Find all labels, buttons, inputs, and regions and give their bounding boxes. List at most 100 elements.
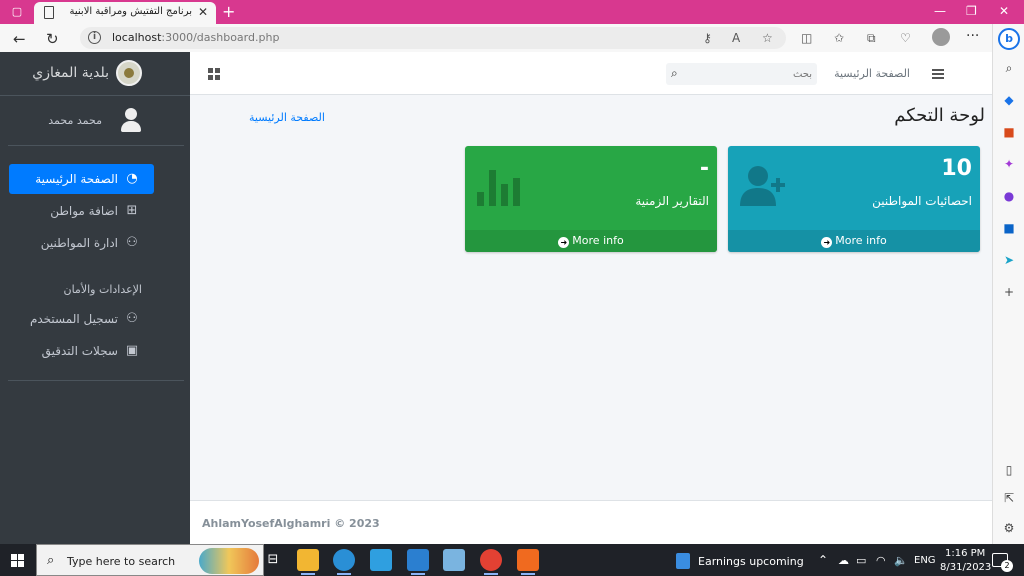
box-value: - <box>699 156 709 181</box>
arrow-circle-right-icon: ➜ <box>821 237 833 248</box>
windows-taskbar: ⌕ Type here to search ⊟ Earnings upcomin… <box>0 544 1024 576</box>
read-aloud-icon[interactable]: A <box>732 31 740 45</box>
sidebar-item-manage-citizens[interactable]: ⚇ ادارة المواطنين <box>9 228 154 258</box>
user-icon: ⚇ <box>126 311 138 326</box>
breadcrumb[interactable]: الصفحة الرئيسية <box>249 111 325 124</box>
browser-title-bar: ▢ برنامج التفتيش ومراقبة الابنية ✕ + — ❐… <box>0 0 1024 24</box>
favorites-icon[interactable]: ✩ <box>834 31 844 45</box>
tab-title: برنامج التفتيش ومراقبة الابنية <box>69 6 192 17</box>
taskbar-search[interactable]: ⌕ Type here to search <box>36 544 264 576</box>
shopping-tag-icon[interactable]: ◆ <box>1001 92 1017 108</box>
search-input[interactable] <box>688 63 814 85</box>
profile-avatar-icon[interactable] <box>932 28 950 46</box>
minimize-icon[interactable]: — <box>934 4 946 18</box>
search-highlight-image <box>199 548 259 574</box>
url-field[interactable]: i localhost:3000/dashboard.php <box>80 27 786 49</box>
copyright-text: AhlamYosefAlghamri © 2023 <box>202 517 380 530</box>
games-icon[interactable]: ✦ <box>1001 156 1017 172</box>
health-icon[interactable]: ♡ <box>900 31 911 45</box>
grid-apps-icon[interactable] <box>208 68 220 80</box>
citizens-stats-box: 10 احصائيات المواطنين ➜ More info <box>728 146 980 252</box>
more-options-icon[interactable]: ··· <box>966 28 979 44</box>
more-info-link[interactable]: ➜ More info <box>728 230 980 252</box>
clock-date[interactable]: 8/31/2023 <box>940 562 991 573</box>
store-icon[interactable] <box>370 549 392 571</box>
sidebar-layout-icon[interactable]: ▯ <box>1001 462 1017 478</box>
top-home-link[interactable]: الصفحة الرئيسية <box>834 67 910 80</box>
sidebar-item-audit-logs[interactable]: ▣ سجلات التدقيق <box>9 336 154 366</box>
send-icon[interactable]: ➤ <box>1001 252 1017 268</box>
arrow-circle-right-icon: ➜ <box>558 237 570 248</box>
sidebar-item-label: اضافة مواطن <box>50 204 118 218</box>
news-widget-text[interactable]: Earnings upcoming <box>698 555 804 568</box>
municipality-logo <box>116 60 142 86</box>
onedrive-icon[interactable]: ☁ <box>838 554 849 567</box>
back-arrow-icon[interactable]: ← <box>13 30 26 48</box>
clock-time[interactable]: 1:16 PM <box>945 548 985 559</box>
image-icon: ▣ <box>125 343 139 358</box>
task-view-icon[interactable]: ⊟ <box>262 549 284 571</box>
office-icon[interactable]: ● <box>1001 188 1017 204</box>
volume-icon[interactable]: 🔈 <box>894 554 908 567</box>
sidebar-item-add-citizen[interactable]: ⊞ اضافة مواطن <box>9 196 154 226</box>
notepad-icon[interactable] <box>443 549 465 571</box>
tab-actions-icon[interactable]: ▢ <box>10 5 24 19</box>
sidebar-item-register-user[interactable]: ⚇ تسجيل المستخدم <box>9 304 154 334</box>
user-panel[interactable]: محمد محمد <box>8 96 184 146</box>
key-icon[interactable]: ⚷ <box>703 31 712 45</box>
url-text: localhost:3000/dashboard.php <box>112 31 280 44</box>
collections-icon[interactable]: ⧉ <box>867 31 876 46</box>
windows-start-icon[interactable] <box>11 554 24 567</box>
vscode-icon[interactable] <box>407 549 429 575</box>
outlook-icon[interactable]: ■ <box>1001 220 1017 236</box>
sidebar-item-home[interactable]: ◔ الصفحة الرئيسية <box>9 164 154 194</box>
tools-icon[interactable]: ■ <box>1001 124 1017 140</box>
brand-link[interactable]: بلدية المغازي <box>0 52 190 96</box>
refresh-icon[interactable]: ↻ <box>46 30 59 48</box>
wifi-icon[interactable]: ◠ <box>876 554 886 567</box>
bar-chart-icon <box>477 170 520 206</box>
sidebar-item-label: ادارة المواطنين <box>40 236 118 250</box>
sidebar-item-label: الصفحة الرئيسية <box>35 172 118 186</box>
search-icon[interactable]: ⌕ <box>1001 60 1017 76</box>
user-plus-icon <box>740 166 785 206</box>
file-explorer-icon[interactable] <box>297 549 319 575</box>
content-wrapper: لوحة التحكم الصفحة الرئيسية 10 احصائيات … <box>190 95 992 500</box>
time-reports-box: - التقارير الزمنية ➜ More info <box>465 146 717 252</box>
more-info-link[interactable]: ➜ More info <box>465 230 717 252</box>
brand-name: بلدية المغازي <box>32 65 109 81</box>
notification-center-icon[interactable]: 2 <box>992 553 1013 572</box>
new-tab-plus-icon[interactable]: + <box>222 2 235 21</box>
user-icon: ⚇ <box>126 235 138 250</box>
box-caption: احصائيات المواطنين <box>872 194 972 208</box>
split-screen-icon[interactable]: ◫ <box>801 31 812 45</box>
favorite-star-icon[interactable]: ☆ <box>762 31 773 45</box>
menu-toggle-icon[interactable] <box>932 69 944 79</box>
browser-tab[interactable]: برنامج التفتيش ومراقبة الابنية ✕ <box>34 2 216 24</box>
address-bar-row: ← ↻ i localhost:3000/dashboard.php ⚷ A ☆… <box>0 24 1024 52</box>
battery-icon[interactable]: ▭ <box>856 554 866 567</box>
box-inner: - التقارير الزمنية <box>465 146 717 230</box>
box-value: 10 <box>941 156 972 181</box>
site-info-icon[interactable]: i <box>88 31 101 44</box>
settings-gear-icon[interactable]: ⚙ <box>1001 520 1017 536</box>
top-navbar: ⌕ الصفحة الرئيسية <box>190 52 992 95</box>
restore-icon[interactable]: ❐ <box>966 4 977 18</box>
external-link-icon[interactable]: ⇱ <box>1001 490 1017 506</box>
sidebar-item-label: سجلات التدقيق <box>41 344 118 358</box>
news-widget-icon[interactable] <box>676 553 690 569</box>
user-name: محمد محمد <box>48 114 102 127</box>
page-title: لوحة التحكم <box>894 105 985 126</box>
user-avatar-icon <box>120 108 142 134</box>
edge-browser-icon[interactable] <box>333 549 355 575</box>
chrome-icon[interactable] <box>480 549 502 575</box>
language-indicator[interactable]: ENG <box>914 555 936 566</box>
window-close-icon[interactable]: ✕ <box>999 4 1009 18</box>
bing-chat-icon[interactable]: b <box>998 28 1020 50</box>
search-icon[interactable]: ⌕ <box>671 66 678 81</box>
tray-chevron-icon[interactable]: ⌃ <box>818 553 828 567</box>
settings-section-header: الإعدادات والأمان <box>63 283 143 296</box>
add-tool-plus-icon[interactable]: + <box>1001 284 1017 300</box>
tab-close-icon[interactable]: ✕ <box>198 5 208 19</box>
xampp-icon[interactable] <box>517 549 539 575</box>
